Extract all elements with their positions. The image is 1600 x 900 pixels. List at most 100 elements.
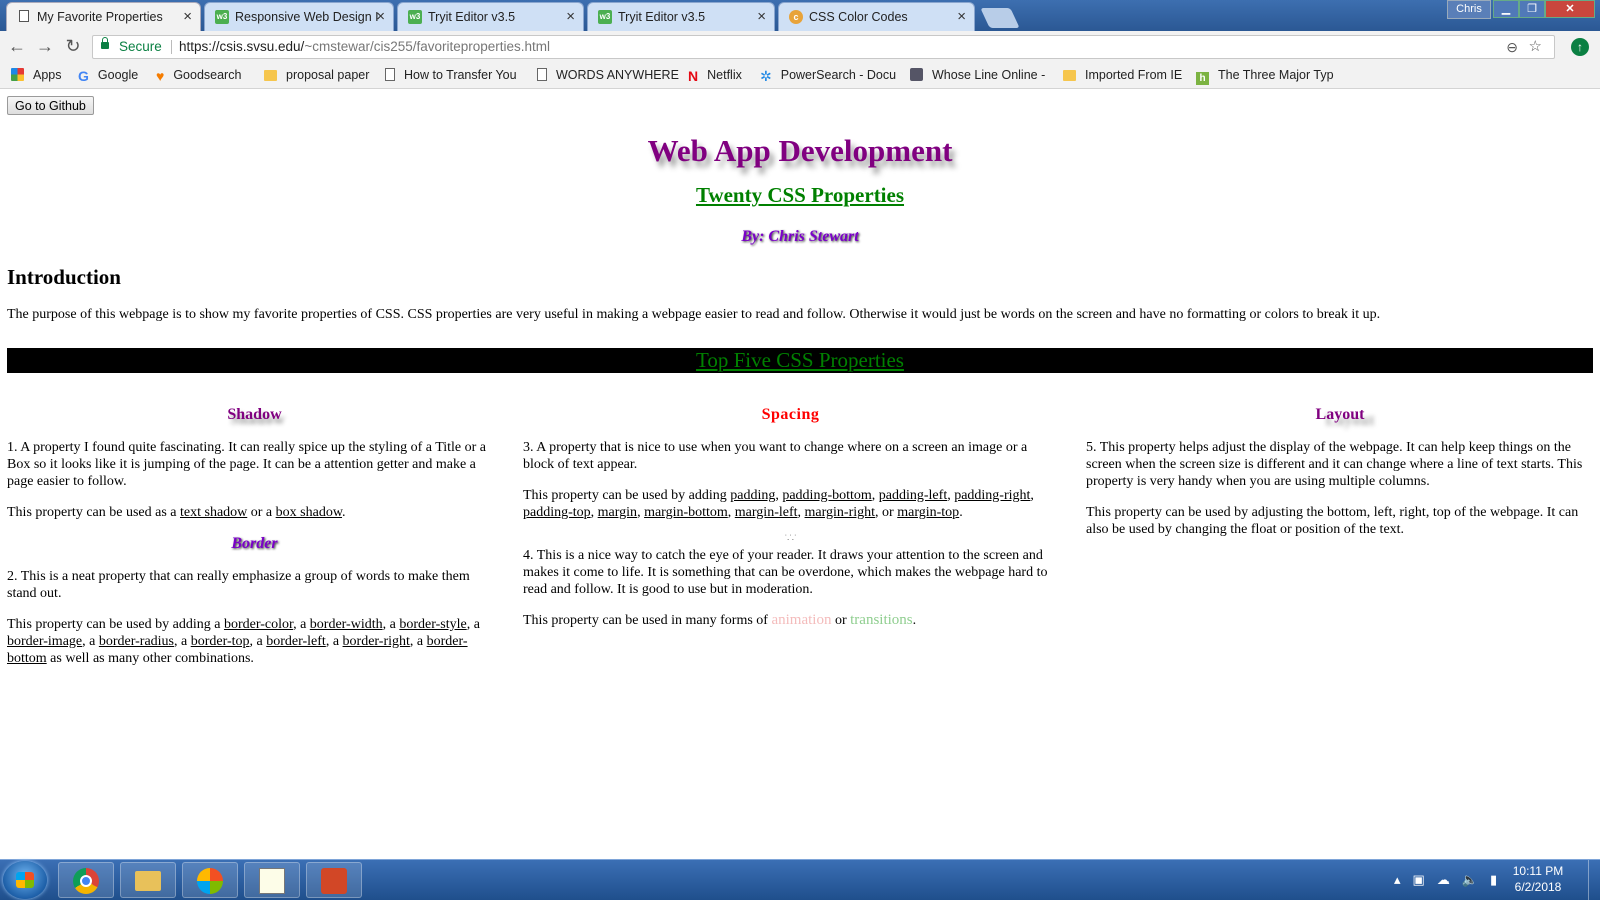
url-path: ~cmstewar/cis255/favoriteproperties.html xyxy=(304,39,551,54)
border-description: 2. This is a neat property that can real… xyxy=(7,569,470,601)
bookmark-three-major[interactable]: h The Three Major Typ xyxy=(1196,68,1334,85)
volume-icon[interactable]: 🔈 xyxy=(1462,872,1490,887)
address-bar[interactable]: Secure https://csis.svsu.edu/~cmstewar/c… xyxy=(92,35,1555,59)
network-icon[interactable]: ▮ xyxy=(1490,872,1509,887)
bookmark-proposal-paper[interactable]: proposal paper xyxy=(264,68,369,82)
powersearch-icon: ✲ xyxy=(760,68,772,84)
margin-left-link[interactable]: margin-left xyxy=(735,505,798,520)
bookmark-goodsearch[interactable]: ♥ Goodsearch xyxy=(156,68,241,84)
tab-css-color-codes[interactable]: c CSS Color Codes × xyxy=(778,2,975,31)
bookmark-label: Apps xyxy=(33,68,62,82)
bookmark-label: Whose Line Online - xyxy=(932,68,1046,82)
taskbar-notepad[interactable] xyxy=(244,862,300,898)
border-radius-link[interactable]: border-radius xyxy=(99,634,174,649)
padding-link[interactable]: padding xyxy=(730,488,775,503)
tab-my-favorite-properties[interactable]: My Favorite Properties × xyxy=(6,2,201,31)
close-icon[interactable]: × xyxy=(757,8,766,25)
box-shadow-link[interactable]: box shadow xyxy=(276,505,342,520)
bookmark-label: PowerSearch - Docu xyxy=(780,68,897,82)
margin-bottom-link[interactable]: margin-bottom xyxy=(644,505,728,520)
cloud-icon[interactable]: ☁ xyxy=(1437,872,1462,887)
maximize-button[interactable]: ❐ xyxy=(1519,0,1545,18)
bookmark-whose-line[interactable]: Whose Line Online - xyxy=(910,68,1045,82)
padding-right-link[interactable]: padding-right xyxy=(954,488,1030,503)
reload-icon[interactable]: ↻ xyxy=(62,36,84,57)
margin-right-link[interactable]: margin-right xyxy=(805,505,876,520)
bookmark-apps[interactable]: Apps xyxy=(11,68,62,82)
border-width-link[interactable]: border-width xyxy=(310,617,383,632)
bookmark-star-icon[interactable]: ☆ xyxy=(1529,36,1542,58)
text: This property can be used by adding a xyxy=(7,617,224,632)
notepad-icon xyxy=(259,868,285,894)
bookmark-google[interactable]: G Google xyxy=(78,68,138,84)
column-shadow-border: Shadow 1. A property I found quite fasci… xyxy=(7,406,502,681)
transitions-word: transitions xyxy=(850,612,913,628)
web-page: Go to Github Web App Development Twenty … xyxy=(0,89,1600,859)
animation-word: animation xyxy=(771,612,832,628)
folder-icon xyxy=(135,871,161,891)
tray-app-icon[interactable]: ▣ xyxy=(1413,872,1437,887)
back-arrow-icon[interactable]: ← xyxy=(6,36,28,57)
border-right-link[interactable]: border-right xyxy=(343,634,410,649)
go-to-github-button[interactable]: Go to Github xyxy=(7,96,94,115)
padding-left-link[interactable]: padding-left xyxy=(879,488,947,503)
lock-icon xyxy=(101,37,109,49)
close-icon[interactable]: × xyxy=(183,8,192,25)
clock[interactable]: 10:11 PM 6/2/2018 xyxy=(1508,863,1568,895)
text-shadow-link[interactable]: text shadow xyxy=(180,505,247,520)
media-player-icon xyxy=(197,868,223,894)
close-icon[interactable]: × xyxy=(376,8,385,25)
border-top-link[interactable]: border-top xyxy=(191,634,250,649)
close-window-button[interactable]: ✕ xyxy=(1545,0,1595,18)
page-icon xyxy=(19,10,29,22)
text: , xyxy=(590,505,598,520)
border-left-link[interactable]: border-left xyxy=(266,634,326,649)
w3schools-icon: w3 xyxy=(215,10,229,24)
tab-tryit-editor-1[interactable]: w3 Tryit Editor v3.5 × xyxy=(397,2,584,31)
start-button[interactable] xyxy=(3,861,47,899)
bookmark-how-to-transfer[interactable]: How to Transfer You xyxy=(385,68,517,82)
bookmark-words-anywhere[interactable]: WORDS ANYWHERE xyxy=(537,68,679,82)
clock-date: 6/2/2018 xyxy=(1514,880,1562,894)
tab-title: Tryit Editor v3.5 xyxy=(618,10,706,24)
folder-icon xyxy=(1063,70,1076,81)
taskbar-explorer[interactable] xyxy=(120,862,176,898)
show-desktop-button[interactable] xyxy=(1588,860,1600,900)
tab-tryit-editor-2[interactable]: w3 Tryit Editor v3.5 × xyxy=(587,2,775,31)
minimize-button[interactable]: ▁ xyxy=(1493,0,1519,18)
bookmark-label: Goodsearch xyxy=(173,68,242,82)
margin-link[interactable]: margin xyxy=(598,505,637,520)
update-icon[interactable]: ↑ xyxy=(1571,38,1589,56)
bookmark-imported-from-ie[interactable]: Imported From IE xyxy=(1063,68,1182,82)
powerpoint-icon xyxy=(321,868,347,894)
apps-icon xyxy=(11,68,24,81)
tab-title: My Favorite Properties xyxy=(37,10,163,24)
text: , xyxy=(1030,488,1034,503)
border-style-link[interactable]: border-style xyxy=(399,617,466,632)
text: , or xyxy=(875,505,898,520)
forward-arrow-icon[interactable]: → xyxy=(34,36,56,57)
url-text[interactable]: https://csis.svsu.edu/~cmstewar/cis255/f… xyxy=(179,36,550,58)
tab-responsive-web-design[interactable]: w3 Responsive Web Design I × xyxy=(204,2,394,31)
chevron-up-icon[interactable]: ▴ xyxy=(1394,872,1413,887)
close-icon[interactable]: × xyxy=(957,8,966,25)
page-title: Web App Development xyxy=(647,133,953,168)
taskbar-chrome[interactable] xyxy=(58,862,114,898)
margin-top-link[interactable]: margin-top xyxy=(897,505,959,520)
bookmark-netflix[interactable]: N Netflix xyxy=(688,68,742,84)
padding-top-link[interactable]: padding-top xyxy=(523,505,591,520)
profile-button[interactable]: Chris xyxy=(1447,0,1491,19)
border-image-link[interactable]: border-image xyxy=(7,634,82,649)
taskbar: ▴▣☁🔈▮ 10:11 PM 6/2/2018 xyxy=(0,859,1600,900)
bookmark-powersearch[interactable]: ✲ PowerSearch - Docu xyxy=(760,68,896,85)
padding-bottom-link[interactable]: padding-bottom xyxy=(782,488,871,503)
border-color-link[interactable]: border-color xyxy=(224,617,293,632)
system-tray[interactable]: ▴▣☁🔈▮ xyxy=(1394,872,1509,888)
taskbar-media-player[interactable] xyxy=(182,862,238,898)
close-icon[interactable]: × xyxy=(566,8,575,25)
text: , a xyxy=(466,617,480,632)
taskbar-powerpoint[interactable] xyxy=(306,862,362,898)
layout-usage: This property can be used by adjusting t… xyxy=(1086,505,1579,537)
zoom-icon[interactable]: ⊖ xyxy=(1506,36,1518,58)
new-tab-button[interactable] xyxy=(980,8,1020,28)
